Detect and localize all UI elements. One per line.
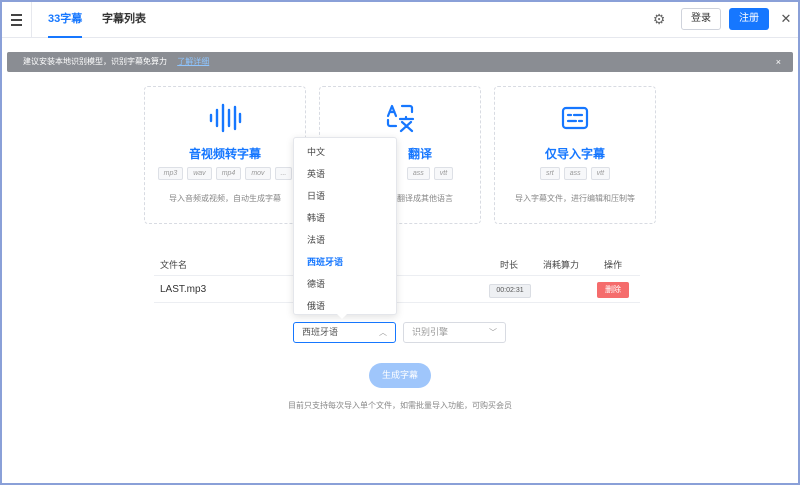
- gear-icon[interactable]: ⚙: [651, 11, 667, 27]
- generate-subtitle-button[interactable]: 生成字幕: [369, 363, 431, 388]
- card-import-subtitle[interactable]: 仅导入字幕 srt ass vtt 导入字幕文件，进行编辑和压制等: [494, 86, 656, 224]
- language-select[interactable]: 西班牙语 ︿: [293, 322, 396, 343]
- notice-close-icon[interactable]: ×: [776, 52, 781, 72]
- card-title: 音视频转字幕: [188, 147, 261, 161]
- hint-text: 目前只支持每次导入单个文件，如需批量导入功能，可购买会员: [288, 401, 512, 410]
- format-tag: mp3: [157, 167, 184, 180]
- login-button[interactable]: 登录: [681, 8, 721, 30]
- dropdown-option[interactable]: 英语: [294, 163, 396, 185]
- format-tag: wav: [187, 167, 212, 180]
- format-tag: srt: [539, 167, 560, 180]
- language-select-value: 西班牙语: [302, 327, 339, 337]
- audio-wave-icon: [145, 103, 305, 135]
- format-tag: vtt: [433, 167, 454, 180]
- dropdown-option-selected[interactable]: 西班牙语: [294, 251, 396, 273]
- close-icon[interactable]: ✕: [778, 10, 794, 28]
- card-description: 导入音频或视频，自动生成字幕: [169, 194, 281, 203]
- card-audio-video-to-subtitle[interactable]: 音视频转字幕 mp3 wav mp4 mov ... 导入音频或视频，自动生成字…: [144, 86, 306, 224]
- table-divider: [154, 302, 640, 303]
- card-title: 仅导入字幕: [544, 147, 605, 161]
- dropdown-option[interactable]: 中文: [294, 141, 396, 163]
- subtitle-icon: [495, 103, 655, 135]
- format-tag: mov: [245, 167, 271, 180]
- column-header-duration: 时长: [500, 260, 519, 270]
- format-tag: ass: [563, 167, 587, 180]
- notice-link[interactable]: 了解详细: [177, 57, 209, 66]
- notice-bar: 建议安装本地识别模型，识别字幕免算力 了解详细 ×: [7, 52, 793, 72]
- dropdown-option[interactable]: 法语: [294, 229, 396, 251]
- format-tag: vtt: [590, 167, 611, 180]
- table-cell-filename: LAST.mp3: [160, 284, 207, 295]
- card-description: 导入字幕文件，进行编辑和压制等: [515, 194, 635, 203]
- language-dropdown: 中文 英语 日语 韩语 法语 西班牙语 德语 俄语: [293, 137, 397, 315]
- menu-icon[interactable]: [2, 2, 32, 38]
- window-frame: [0, 0, 800, 485]
- column-header-filename: 文件名: [160, 260, 188, 270]
- header-bar: 33字幕 字幕列表 ⚙ 登录 注册 ✕: [2, 2, 798, 38]
- chevron-down-icon: ﹀: [489, 328, 497, 337]
- chevron-up-icon: ︿: [379, 328, 387, 337]
- tab-33-subtitle[interactable]: 33字幕: [48, 2, 83, 38]
- delete-button[interactable]: 删除: [597, 282, 629, 298]
- column-header-action: 操作: [604, 260, 623, 270]
- translate-icon: [320, 103, 480, 135]
- format-tag: ...: [274, 167, 293, 180]
- table-divider: [154, 275, 640, 276]
- table-cell-duration: 00:02:31: [489, 284, 531, 298]
- dropdown-option[interactable]: 德语: [294, 273, 396, 295]
- engine-select-placeholder: 识别引擎: [412, 327, 449, 337]
- notice-text: 建议安装本地识别模型，识别字幕免算力: [23, 57, 167, 66]
- column-header-cost: 消耗算力: [543, 260, 580, 270]
- format-tag: mp4: [215, 167, 242, 180]
- dropdown-arrow: [336, 313, 348, 319]
- dropdown-option[interactable]: 韩语: [294, 207, 396, 229]
- format-tag: ass: [406, 167, 430, 180]
- register-button[interactable]: 注册: [729, 8, 769, 30]
- engine-select[interactable]: 识别引擎 ﹀: [403, 322, 506, 343]
- dropdown-option[interactable]: 日语: [294, 185, 396, 207]
- tab-subtitle-list[interactable]: 字幕列表: [102, 2, 146, 38]
